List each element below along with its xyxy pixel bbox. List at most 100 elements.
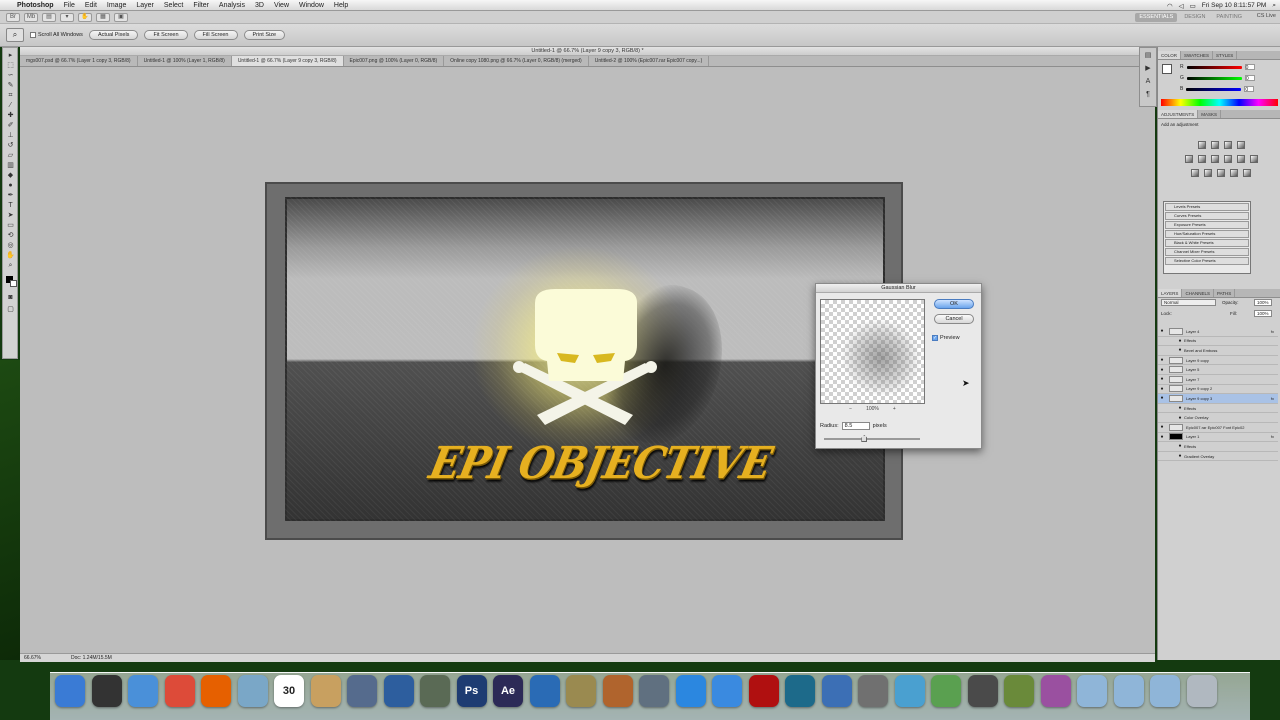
path-select-tool-icon[interactable]: ➤ — [6, 212, 15, 220]
notes-icon[interactable] — [310, 675, 341, 707]
zoom-tool-preset-icon[interactable]: ⌕ — [6, 28, 24, 42]
layer-thumbnail[interactable] — [1169, 394, 1183, 402]
volume-icon[interactable]: ◁ — [1179, 2, 1184, 10]
zoom-in-button[interactable]: + — [893, 405, 896, 413]
document-title[interactable]: Untitled-1 @ 66.7% (Layer 9 copy 3, RGB/… — [20, 47, 1155, 56]
color-balance-icon[interactable] — [1210, 155, 1219, 163]
quick-mask-icon[interactable]: ◙ — [6, 294, 15, 302]
menu-edit[interactable]: Edit — [80, 2, 102, 9]
brush-tool-icon[interactable]: ✐ — [6, 122, 15, 130]
imovie-icon[interactable] — [383, 675, 414, 707]
tab-masks[interactable]: MASKS — [1198, 110, 1222, 118]
layer-thumbnail[interactable] — [1169, 375, 1183, 383]
tab-channels[interactable]: CHANNELS — [1182, 289, 1214, 297]
fx-icon[interactable]: fx — [1271, 329, 1278, 334]
bridge-icon[interactable]: Br — [6, 12, 20, 22]
preset-item[interactable]: Channel Mixer Presets — [1165, 248, 1249, 256]
curves-icon[interactable] — [1223, 141, 1232, 149]
tab-styles[interactable]: STYLES — [1213, 51, 1238, 59]
layer-thumbnail[interactable] — [1169, 385, 1183, 393]
scroll-all-windows-checkbox[interactable]: Scroll All Windows — [30, 32, 83, 38]
visibility-eye-icon[interactable]: ● — [1158, 434, 1166, 440]
invert-icon[interactable] — [1191, 169, 1199, 177]
blue-value[interactable]: 0 — [1244, 86, 1255, 93]
downloads-folder-icon[interactable] — [1150, 675, 1180, 707]
visibility-eye-icon[interactable]: ● — [1158, 395, 1166, 401]
cancel-button[interactable]: Cancel — [934, 314, 974, 324]
tab-layers[interactable]: LAYERS — [1158, 289, 1183, 297]
levels-icon[interactable] — [1210, 141, 1219, 149]
layer-thumbnail[interactable] — [1169, 366, 1183, 374]
cs-live-button[interactable]: CS Live — [1257, 13, 1276, 19]
blur-preview-pane[interactable] — [820, 299, 925, 404]
tab-adjustments[interactable]: ADJUSTMENTS — [1158, 110, 1199, 118]
minecraft-icon[interactable] — [1004, 675, 1034, 707]
tab-color[interactable]: COLOR — [1158, 51, 1182, 59]
print-size-button[interactable]: Print Size — [243, 30, 286, 40]
blue-slider[interactable] — [1186, 87, 1242, 91]
iphoto-icon[interactable] — [347, 675, 377, 707]
selective-color-icon[interactable] — [1243, 169, 1251, 177]
spotlight-icon[interactable]: ⌕ — [1272, 2, 1276, 10]
fill-input[interactable]: 100% — [1254, 310, 1272, 317]
fill-screen-button[interactable]: Fill Screen — [193, 30, 238, 40]
extras-icon[interactable]: ▤ — [42, 12, 56, 22]
layer-row[interactable]: ● Layer 4 fx — [1158, 327, 1278, 337]
workspace-essentials[interactable]: ESSENTIALS — [1135, 13, 1178, 22]
layer-effect-row[interactable]: ● Color Overlay — [1158, 413, 1278, 423]
effect-visibility-eye-icon[interactable]: ● — [1176, 347, 1184, 353]
color-spectrum-ramp[interactable] — [1161, 99, 1278, 106]
blur-tool-icon[interactable]: ◆ — [6, 172, 15, 180]
safari-icon[interactable] — [128, 675, 158, 707]
steam-icon[interactable] — [967, 675, 998, 707]
facetime-icon[interactable] — [639, 675, 669, 707]
workspace-design[interactable]: DESIGN — [1180, 13, 1209, 22]
applications-folder-icon[interactable] — [1077, 675, 1107, 707]
history-brush-tool-icon[interactable]: ↺ — [6, 142, 15, 150]
layer-row[interactable]: ● Layer 9 copy 2 — [1158, 385, 1278, 395]
itunes-icon[interactable] — [675, 675, 706, 707]
black-white-icon[interactable] — [1223, 155, 1232, 163]
layer-effect-row[interactable]: ● Effects — [1158, 337, 1278, 347]
fx-icon[interactable]: fx — [1271, 396, 1278, 401]
menu-3d[interactable]: 3D — [250, 2, 269, 9]
layer-effect-row[interactable]: ● Bevel and Emboss — [1158, 346, 1278, 356]
effect-visibility-eye-icon[interactable]: ● — [1176, 338, 1184, 344]
background-color-swatch[interactable] — [10, 280, 17, 287]
layer-row[interactable]: ● Layer 5 — [1158, 365, 1278, 375]
layer-effect-row[interactable]: ● Gradient Overlay — [1158, 452, 1278, 462]
photo-booth-icon[interactable] — [1040, 675, 1071, 707]
quick-select-tool-icon[interactable]: ✎ — [6, 82, 15, 90]
actions-panel-icon[interactable]: ▶ — [1142, 64, 1154, 74]
character-panel-icon[interactable]: A — [1142, 77, 1154, 87]
menu-view[interactable]: View — [269, 2, 294, 9]
wifi-icon[interactable]: ◠ — [1167, 2, 1173, 10]
green-slider[interactable] — [1186, 76, 1242, 80]
finder-icon[interactable] — [55, 675, 85, 707]
effect-visibility-eye-icon[interactable]: ● — [1176, 415, 1184, 421]
panel-fg-color-swatch[interactable] — [1162, 64, 1172, 74]
trash-icon[interactable] — [1186, 675, 1217, 707]
menu-layer[interactable]: Layer — [131, 2, 159, 9]
doc-tab[interactable]: Online copy 1080.png @ 66.7% (Layer 0, R… — [444, 56, 589, 66]
exposure-icon[interactable] — [1236, 141, 1245, 149]
firefox-icon[interactable] — [201, 675, 231, 707]
menu-window[interactable]: Window — [294, 2, 329, 9]
brightness-icon[interactable] — [1197, 141, 1206, 149]
hand-tool-icon[interactable]: ✋ — [78, 12, 92, 22]
zoom-tool-icon[interactable]: ⌕ — [6, 262, 15, 270]
blender-icon[interactable] — [529, 675, 560, 707]
star-icon[interactable] — [420, 675, 450, 707]
workspace-painting[interactable]: PAINTING — [1212, 13, 1246, 22]
green-value[interactable]: 0 — [1244, 75, 1255, 82]
posterize-icon[interactable] — [1204, 169, 1212, 177]
visibility-eye-icon[interactable]: ● — [1158, 424, 1166, 430]
gradient-tool-icon[interactable]: ▥ — [6, 162, 15, 170]
preview-icon[interactable] — [237, 675, 268, 707]
menu-file[interactable]: File — [59, 2, 80, 9]
status-doc-size[interactable]: Doc: 1.24M/15.5M — [71, 654, 112, 662]
vibrance-icon[interactable] — [1184, 155, 1193, 163]
blend-mode-select[interactable]: Normal — [1161, 299, 1216, 306]
gradient-map-icon[interactable] — [1230, 169, 1238, 177]
eyedropper-tool-icon[interactable]: ⁄ — [6, 102, 15, 110]
